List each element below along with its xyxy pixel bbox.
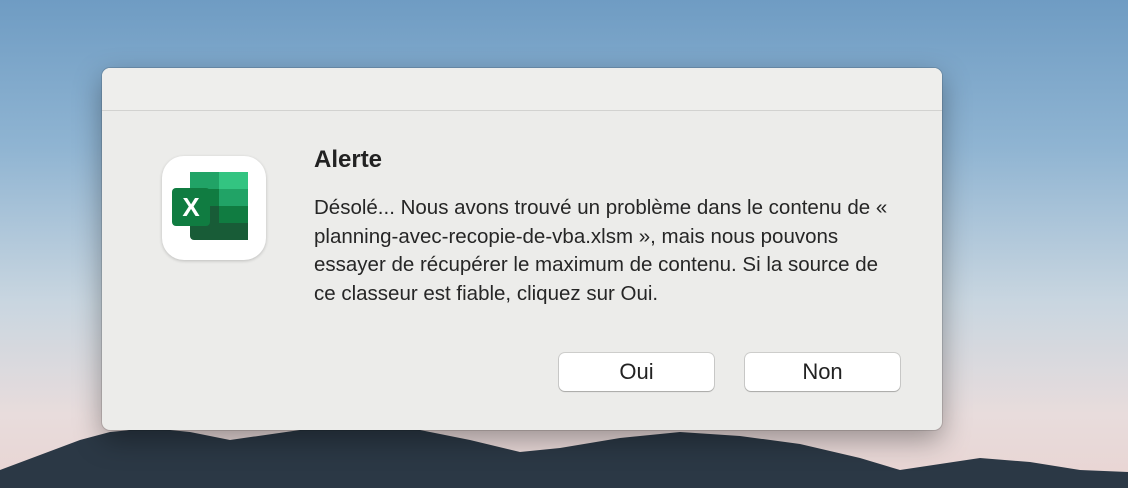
no-button[interactable]: Non — [745, 353, 900, 391]
alert-title: Alerte — [314, 146, 383, 173]
alert-message: Désolé... Nous avons trouvé un problème … — [314, 196, 888, 305]
alert-dialog: X Alerte Désolé... Nous avons trouvé un … — [102, 68, 942, 430]
svg-text:X: X — [182, 192, 200, 222]
dialog-titlebar[interactable] — [102, 68, 942, 111]
excel-icon: X — [162, 156, 266, 260]
yes-button[interactable]: Oui — [559, 353, 714, 391]
